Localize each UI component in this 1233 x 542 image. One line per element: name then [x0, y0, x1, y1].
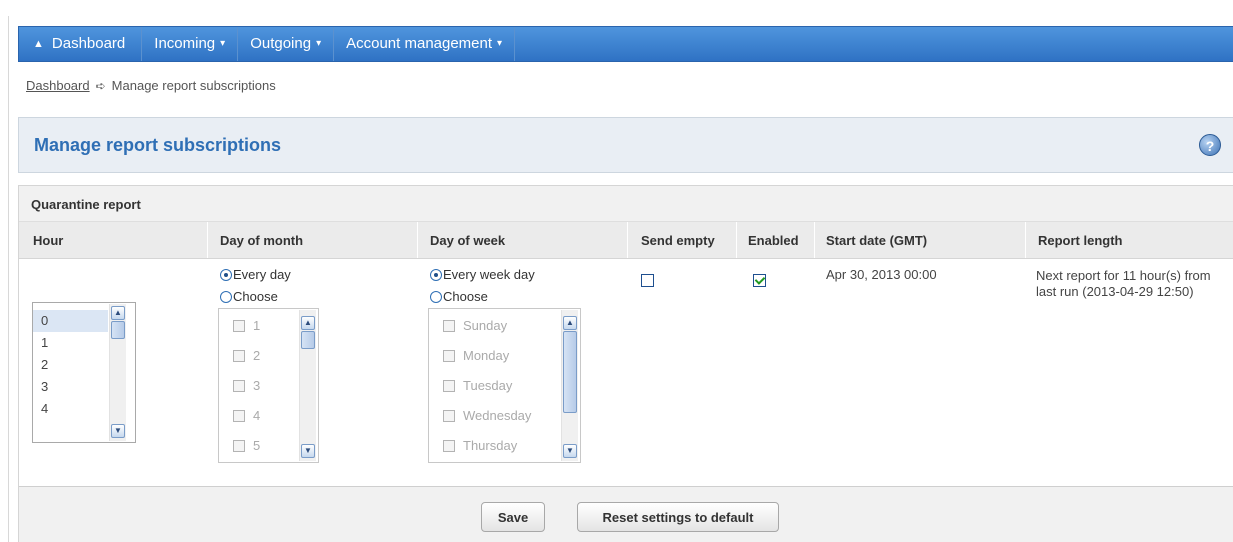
chevron-down-icon: ▾ — [316, 38, 322, 49]
section-header: Quarantine report — [19, 186, 1233, 222]
day-label: 3 — [253, 378, 261, 393]
day-label: 2 — [253, 348, 261, 363]
column-divider — [736, 222, 737, 258]
subscription-panel: Quarantine report Hour Day of month Day … — [18, 185, 1233, 542]
column-header-start-date: Start date (GMT) — [826, 233, 928, 248]
column-header-report-length: Report length — [1038, 233, 1123, 248]
column-header-send-empty: Send empty — [641, 233, 715, 248]
nav-dashboard-label: Dashboard — [51, 35, 126, 52]
hour-option[interactable]: 3 — [33, 376, 108, 398]
scroll-down-icon[interactable]: ▼ — [111, 424, 125, 438]
enabled-checkbox[interactable] — [753, 274, 766, 287]
every-week-day-label: Every week day — [443, 267, 535, 282]
day-of-week-scrollbar[interactable]: ▲ ▼ — [561, 310, 578, 461]
column-divider — [1025, 222, 1026, 258]
save-button[interactable]: Save — [481, 502, 545, 532]
nav-incoming-label: Incoming — [154, 35, 216, 52]
nav-account-label: Account management — [346, 35, 493, 52]
column-divider — [627, 222, 628, 258]
send-empty-checkbox[interactable] — [641, 274, 654, 287]
nav-outgoing-label: Outgoing — [250, 35, 312, 52]
hour-option[interactable]: 1 — [33, 332, 108, 354]
chevron-down-icon: ▾ — [497, 38, 503, 49]
scroll-up-icon[interactable]: ▲ — [563, 316, 577, 330]
chevron-down-icon: ▾ — [220, 38, 226, 49]
day-label: 1 — [253, 318, 261, 333]
reset-defaults-button[interactable]: Reset settings to default — [577, 502, 779, 532]
weekday-label: Sunday — [463, 318, 508, 333]
breadcrumb-current: Manage report subscriptions — [111, 78, 276, 93]
hour-scrollbar[interactable]: ▲ ▼ — [109, 304, 126, 441]
column-header-day-of-month: Day of month — [220, 233, 304, 248]
day-label: 4 — [253, 408, 261, 423]
choose-week-day-radio[interactable] — [430, 291, 442, 303]
table-header: Hour Day of month Day of week Send empty… — [19, 222, 1233, 259]
section-title: Quarantine report — [31, 197, 141, 212]
day-of-week-listbox[interactable]: Sunday Monday Tuesday Wednesday Thursday… — [428, 308, 581, 463]
page-title: Manage report subscriptions — [34, 135, 282, 155]
scroll-up-icon[interactable]: ▲ — [301, 316, 315, 330]
hour-listbox[interactable]: 0 1 2 3 4 ▲ ▼ — [32, 302, 136, 443]
main-nav: ▲ Dashboard Incoming ▾ Outgoing ▾ Accoun… — [18, 26, 1233, 62]
title-panel: Manage report subscriptions ? — [18, 117, 1233, 173]
column-divider — [814, 222, 815, 258]
day-checkbox[interactable] — [233, 440, 245, 452]
every-day-label: Every day — [233, 267, 291, 282]
weekday-checkbox[interactable] — [443, 320, 455, 332]
weekday-label: Wednesday — [463, 408, 532, 423]
page: ▲ Dashboard Incoming ▾ Outgoing ▾ Accoun… — [0, 0, 1233, 542]
day-label: 5 — [253, 438, 261, 453]
choose-day-label: Choose — [233, 289, 278, 304]
weekday-checkbox[interactable] — [443, 380, 455, 392]
arrow-right-icon: ➪ — [95, 78, 106, 93]
hour-option[interactable]: 4 — [33, 398, 108, 420]
weekday-label: Thursday — [463, 438, 518, 453]
day-checkbox[interactable] — [233, 380, 245, 392]
scroll-thumb[interactable] — [301, 331, 315, 349]
scroll-down-icon[interactable]: ▼ — [301, 444, 315, 458]
column-divider — [417, 222, 418, 258]
home-icon: ▲ — [33, 38, 44, 50]
scroll-down-icon[interactable]: ▼ — [563, 444, 577, 458]
nav-outgoing[interactable]: Outgoing ▾ — [238, 27, 335, 61]
column-header-day-of-week: Day of week — [430, 233, 506, 248]
start-date-value: Apr 30, 2013 00:00 — [826, 267, 937, 282]
weekday-checkbox[interactable] — [443, 410, 455, 422]
weekday-label: Tuesday — [463, 378, 513, 393]
left-divider — [8, 16, 9, 542]
nav-dashboard[interactable]: ▲ Dashboard — [19, 27, 143, 61]
every-week-day-radio[interactable] — [430, 269, 442, 281]
nav-account-management[interactable]: Account management ▾ — [334, 27, 516, 61]
column-divider — [207, 222, 208, 258]
every-day-radio[interactable] — [220, 269, 232, 281]
day-of-month-scrollbar[interactable]: ▲ ▼ — [299, 310, 316, 461]
choose-day-radio[interactable] — [220, 291, 232, 303]
choose-week-day-label: Choose — [443, 289, 488, 304]
day-checkbox[interactable] — [233, 410, 245, 422]
day-checkbox[interactable] — [233, 320, 245, 332]
weekday-label: Monday — [463, 348, 510, 363]
scroll-thumb[interactable] — [563, 331, 577, 413]
day-checkbox[interactable] — [233, 350, 245, 362]
weekday-checkbox[interactable] — [443, 350, 455, 362]
weekday-checkbox[interactable] — [443, 440, 455, 452]
column-header-hour: Hour — [33, 233, 64, 248]
breadcrumb-dashboard-link[interactable]: Dashboard — [26, 78, 90, 93]
nav-incoming[interactable]: Incoming ▾ — [142, 27, 239, 61]
scroll-up-icon[interactable]: ▲ — [111, 306, 125, 320]
report-length-value: Next report for 11 hour(s) from last run… — [1036, 268, 1211, 299]
day-of-month-listbox[interactable]: 1 2 3 4 5 ▲ ▼ — [218, 308, 319, 463]
scroll-thumb[interactable] — [111, 321, 125, 339]
hour-option[interactable]: 0 — [33, 310, 108, 332]
column-header-enabled: Enabled — [748, 233, 799, 248]
form-actions: Save Reset settings to default — [19, 486, 1233, 542]
hour-option[interactable]: 2 — [33, 354, 108, 376]
help-icon[interactable]: ? — [1199, 134, 1221, 156]
breadcrumb: Dashboard ➪ Manage report subscriptions — [26, 78, 276, 93]
